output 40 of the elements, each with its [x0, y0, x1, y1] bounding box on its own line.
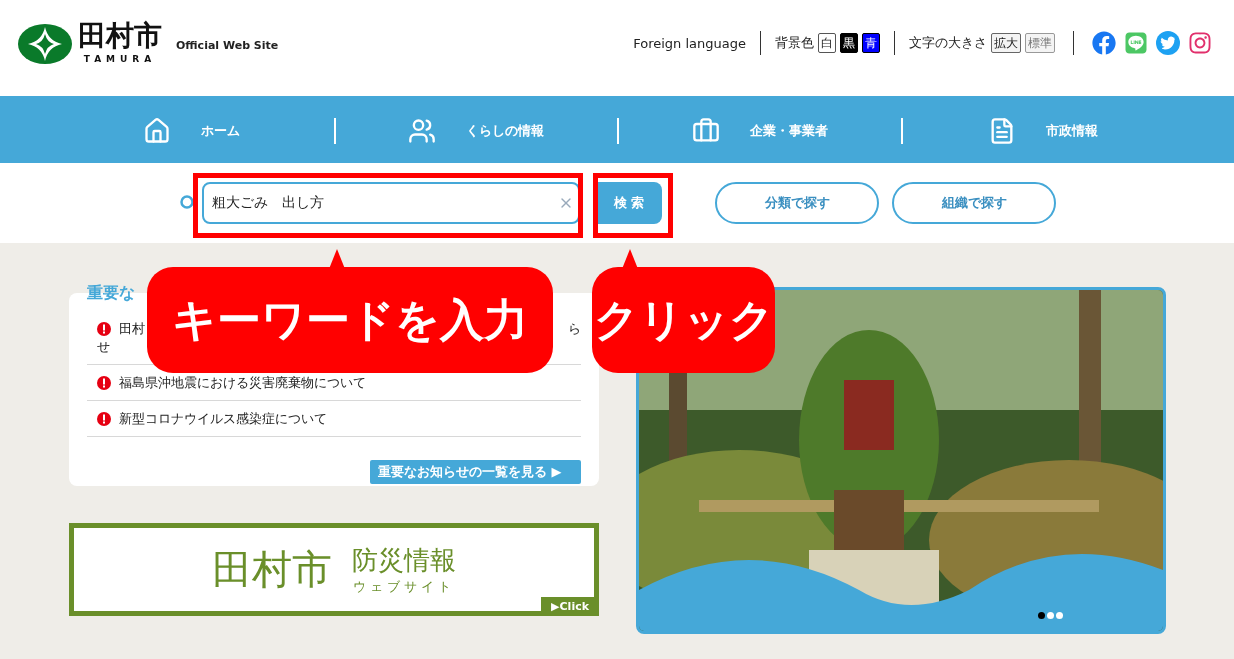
- alert-icon: [97, 322, 111, 336]
- search-field[interactable]: 粗大ごみ 出し方: [202, 182, 580, 224]
- search-icon: [180, 195, 194, 211]
- carousel-dot[interactable]: [1047, 612, 1054, 619]
- text-size-label: 文字の大きさ: [909, 34, 987, 52]
- callout: クリック: [592, 267, 775, 373]
- banner-city: 田村市: [212, 545, 332, 594]
- text-size-button[interactable]: 拡大: [991, 33, 1021, 53]
- notice-link[interactable]: 福島県沖地震における災害廃棄物について: [119, 374, 366, 392]
- carousel-dot[interactable]: [1056, 612, 1063, 619]
- line-icon[interactable]: [1124, 31, 1148, 55]
- background-color-button[interactable]: 白: [818, 33, 836, 53]
- logo-name: 田村市: [78, 22, 162, 50]
- notice-link[interactable]: ら: [568, 320, 581, 338]
- home-icon: [143, 116, 172, 145]
- notice-link[interactable]: 田村: [119, 320, 145, 338]
- text-size-button[interactable]: 標準: [1025, 33, 1055, 53]
- organization-search-button[interactable]: 組織で探す: [892, 182, 1056, 224]
- alert-icon: [97, 376, 111, 390]
- site-tagline: Official Web Site: [176, 39, 279, 52]
- notice-heading: 重要な: [87, 283, 135, 304]
- callout: キーワードを入力: [147, 267, 553, 373]
- background-color-button[interactable]: 黒: [840, 33, 858, 53]
- facebook-icon[interactable]: [1092, 31, 1116, 55]
- category-search-button[interactable]: 分類で探す: [715, 182, 879, 224]
- instagram-icon[interactable]: [1188, 31, 1212, 55]
- banner-subtitle: ウェブサイト: [353, 578, 455, 596]
- twitter-icon[interactable]: [1156, 31, 1180, 55]
- carousel-dot[interactable]: [1038, 612, 1045, 619]
- banner-title: 防災情報: [352, 544, 456, 577]
- alert-icon: [97, 412, 111, 426]
- people-icon: [408, 116, 437, 145]
- notice-link[interactable]: 新型コロナウイルス感染症について: [119, 410, 327, 428]
- foreign-language-link[interactable]: Foreign language: [633, 35, 746, 51]
- logo-icon: [18, 24, 72, 64]
- briefcase-icon: [691, 116, 720, 145]
- logo-roman: TAMURA: [83, 54, 157, 64]
- background-label: 背景色: [775, 34, 814, 52]
- notice-link[interactable]: せ: [97, 338, 110, 356]
- background-color-button[interactable]: 青: [862, 33, 880, 53]
